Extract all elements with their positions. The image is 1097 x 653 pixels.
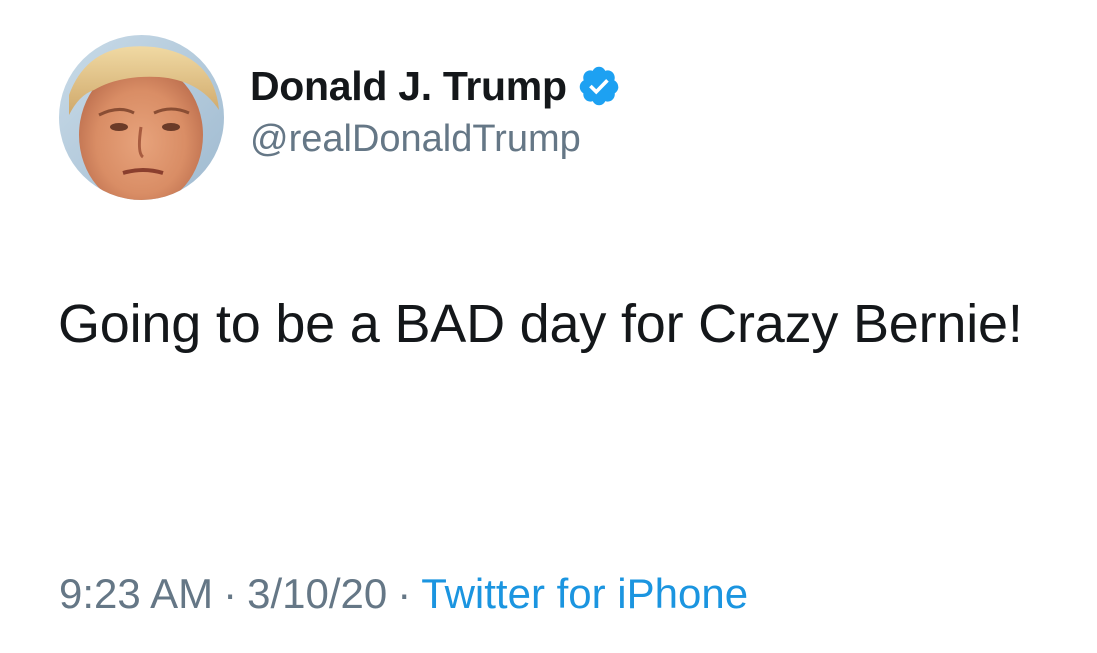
author-block: Donald J. Trump @realDonaldTrump <box>250 58 621 161</box>
tweet-text: Going to be a BAD day for Crazy Bernie! <box>58 294 1023 354</box>
tweet-date[interactable]: 3/10/20 <box>247 570 387 617</box>
tweet-meta: 9:23 AM · 3/10/20 · Twitter for iPhone <box>59 570 748 618</box>
author-name-row: Donald J. Trump <box>250 58 621 114</box>
meta-separator: · <box>397 570 412 617</box>
profile-photo <box>59 35 224 200</box>
tweet-source-link[interactable]: Twitter for iPhone <box>421 570 748 617</box>
author-avatar[interactable] <box>59 35 224 200</box>
verified-badge-icon <box>577 64 621 108</box>
tweet-time[interactable]: 9:23 AM <box>59 570 213 617</box>
meta-separator: · <box>223 570 238 617</box>
author-display-name[interactable]: Donald J. Trump <box>250 63 567 110</box>
tweet-card: Donald J. Trump @realDonaldTrump Going t… <box>0 0 1097 653</box>
author-handle[interactable]: @realDonaldTrump <box>250 118 621 161</box>
